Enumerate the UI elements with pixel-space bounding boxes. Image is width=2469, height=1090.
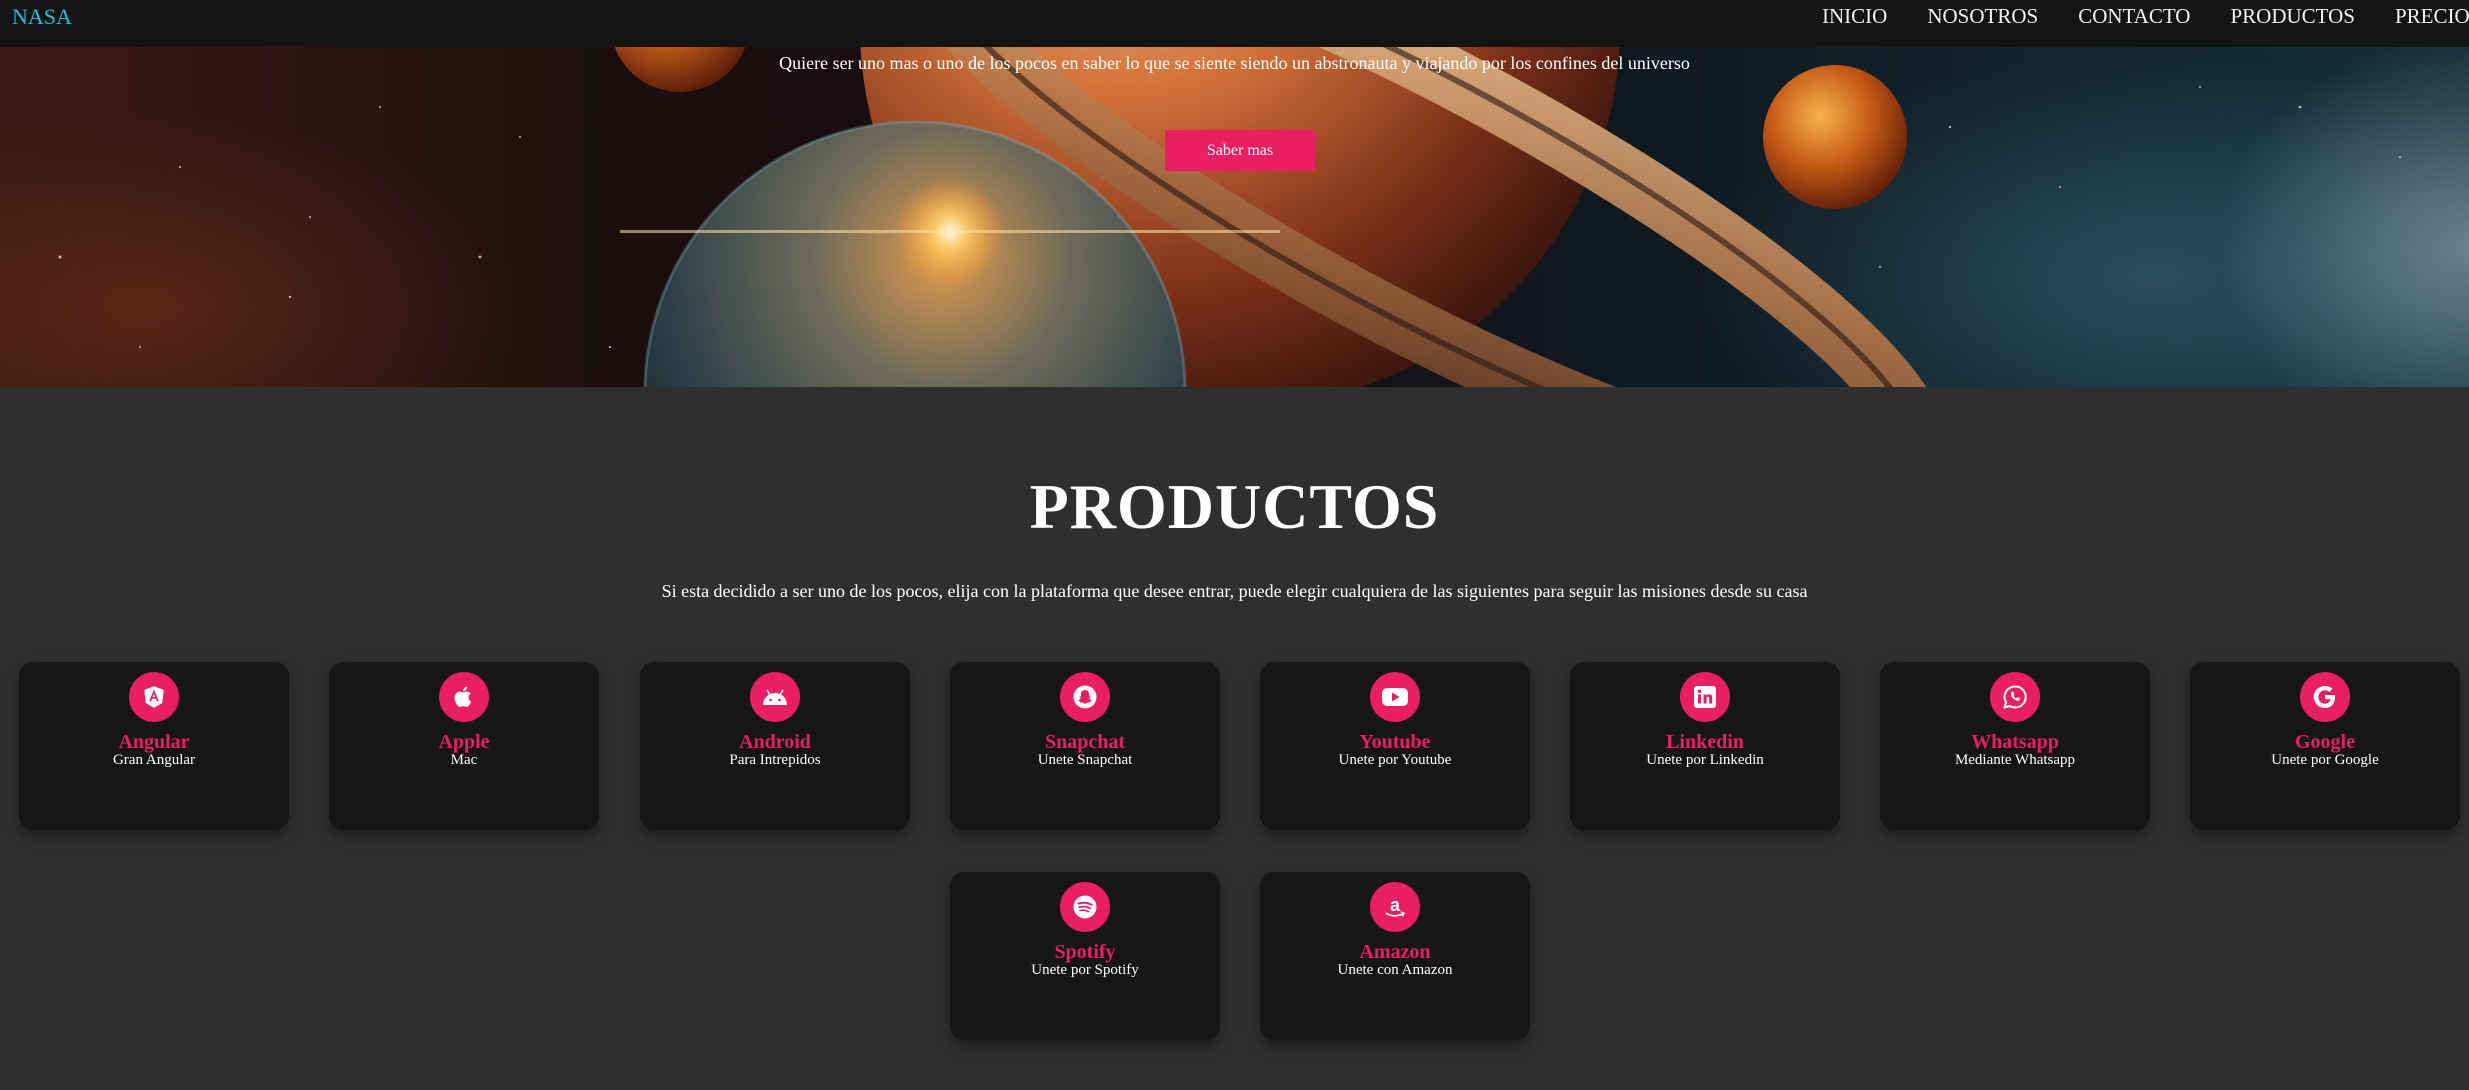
product-card-apple[interactable]: Apple Mac [329,662,599,830]
svg-text:a: a [1390,895,1401,915]
apple-icon [439,672,489,722]
nav-link-inicio[interactable]: INICIO [1822,4,1887,29]
angular-icon [129,672,179,722]
product-card-subtitle: Unete con Amazon [1337,962,1453,978]
product-card-title: Apple [438,731,490,753]
product-card-subtitle: Unete por Youtube [1338,752,1452,768]
product-card-subtitle: Para Intrepidos [729,752,821,768]
product-card-youtube[interactable]: Youtube Unete por Youtube [1260,662,1530,830]
product-card-linkedin[interactable]: Linkedin Unete por Linkedin [1570,662,1840,830]
nav-link-contacto[interactable]: CONTACTO [2078,4,2190,29]
product-card-subtitle: Unete Snapchat [1037,752,1133,768]
product-card-subtitle: Gran Angular [112,752,196,768]
youtube-icon [1370,672,1420,722]
linkedin-icon [1680,672,1730,722]
spotify-icon [1060,882,1110,932]
product-card-google[interactable]: Google Unete por Google [2190,662,2460,830]
products-title: PRODUCTOS [1029,471,1440,542]
hero-text: Quiere ser uno mas o uno de los pocos en… [779,53,1690,73]
product-card-subtitle: Unete por Linkedin [1646,752,1764,768]
navbar: NASA INICIO NOSOTROS CONTACTO PRODUCTOS … [0,0,2469,47]
product-card-snapchat[interactable]: Snapchat Unete Snapchat [950,662,1220,830]
android-icon [750,672,800,722]
products-description: Si esta decidido a ser uno de los pocos,… [661,581,1808,601]
space-background-image [58,47,2401,387]
nav-links: INICIO NOSOTROS CONTACTO PRODUCTOS PRECI… [1822,4,2469,29]
product-card-title: Android [739,731,811,753]
product-card-whatsapp[interactable]: Whatsapp Mediante Whatsapp [1880,662,2150,830]
snapchat-icon [1060,672,1110,722]
product-card-spotify[interactable]: Spotify Unete por Spotify [950,872,1220,1040]
nav-link-precio[interactable]: PRECIO [2395,4,2469,29]
nav-link-productos[interactable]: PRODUCTOS [2230,4,2354,29]
product-card-subtitle: Mac [450,752,478,768]
nav-link-nosotros[interactable]: NOSOTROS [1927,4,2038,29]
product-card-title: Snapchat [1044,731,1126,753]
brand-logo[interactable]: NASA [12,4,72,30]
product-card-android[interactable]: Android Para Intrepidos [640,662,910,830]
product-card-title: Angular [118,731,190,753]
product-card-title: Amazon [1359,941,1431,963]
product-card-title: Spotify [1054,941,1116,963]
product-card-title: Google [2295,731,2355,753]
hero-banner: Quiere ser uno mas o uno de los pocos en… [0,47,2469,387]
saber-mas-button[interactable]: Saber mas [1165,130,1315,171]
product-card-title: Whatsapp [1971,731,2059,753]
product-card-subtitle: Unete por Spotify [1031,962,1139,978]
amazon-icon: a [1370,882,1420,932]
product-card-subtitle: Mediante Whatsapp [1954,752,2076,768]
google-icon [2300,672,2350,722]
whatsapp-icon [1990,672,2040,722]
product-card-title: Youtube [1359,731,1431,753]
product-card-subtitle: Unete por Google [2271,752,2379,768]
product-card-angular[interactable]: Angular Gran Angular [19,662,289,830]
product-card-title: Linkedin [1666,731,1744,753]
product-card-amazon[interactable]: a Amazon Unete con Amazon [1260,872,1530,1040]
